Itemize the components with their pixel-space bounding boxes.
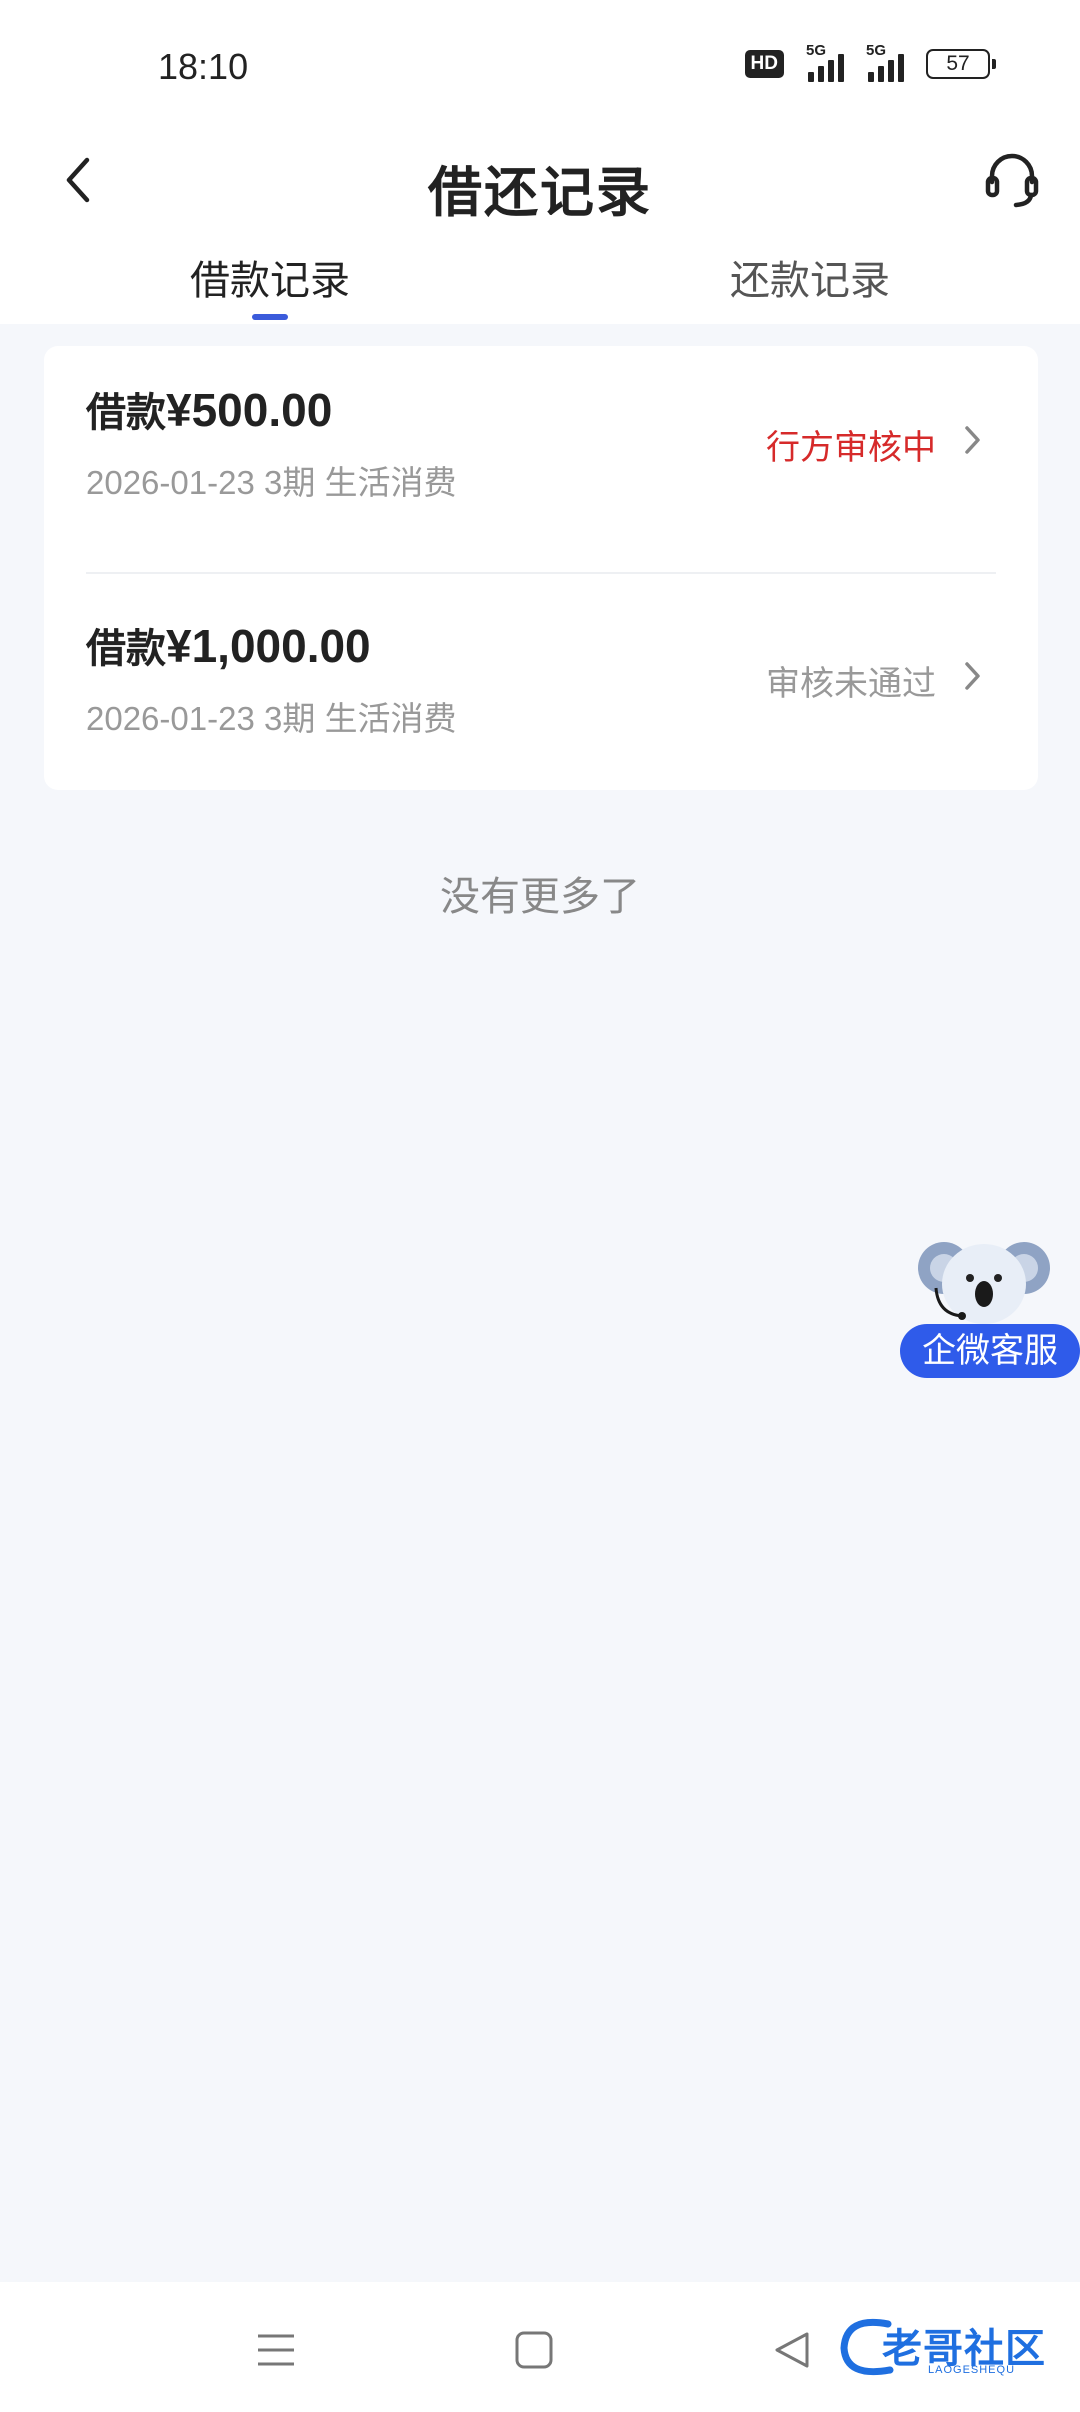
active-tab-indicator <box>252 314 288 320</box>
wecom-service-button[interactable]: 企微客服 <box>900 1228 1080 1378</box>
page-title: 借还记录 <box>428 163 652 223</box>
record-title-prefix: 借款 <box>86 391 166 435</box>
signal-icon-1: 5G <box>806 42 844 82</box>
tab-repayment-records[interactable]: 还款记录 <box>660 248 960 324</box>
status-bar: 18:10 HD 5G 5G 57 <box>0 0 1080 130</box>
no-more-text: 没有更多了 <box>440 875 640 919</box>
koala-mascot-icon <box>918 1242 1050 1324</box>
system-back-button[interactable] <box>762 2320 822 2380</box>
signal-1-label: 5G <box>806 42 827 59</box>
record-meta: 2026-01-23 3期 生活消费 <box>86 464 457 501</box>
nav-bar: 借还记录 <box>0 130 1080 230</box>
headset-icon <box>985 153 1039 208</box>
record-tabs: 借款记录 还款记录 <box>0 248 1080 324</box>
record-title: 借款¥1,000.00 <box>86 616 371 674</box>
battery-icon: 57 <box>926 49 996 79</box>
customer-service-button[interactable] <box>974 142 1050 218</box>
chevron-right-icon <box>954 420 990 460</box>
list-item[interactable]: 借款¥500.00 2026-01-23 3期 生活消费 行方审核中 <box>44 366 1038 574</box>
signal-icon-2: 5G <box>866 42 904 82</box>
record-meta: 2026-01-23 3期 生活消费 <box>86 700 457 737</box>
hd-badge: HD <box>744 50 784 78</box>
status-icons: HD 5G 5G 57 <box>744 42 996 82</box>
divider <box>86 572 996 574</box>
home-square-icon <box>515 2331 553 2369</box>
status-time: 18:10 <box>158 46 249 87</box>
wecom-service-label: 企微客服 <box>900 1324 1080 1378</box>
list-item[interactable]: 借款¥1,000.00 2026-01-23 3期 生活消费 审核未通过 <box>44 602 1038 802</box>
watermark-logo: 老哥社区 LAOGESHEQU <box>838 2312 1064 2384</box>
record-status: 审核未通过 <box>766 665 936 703</box>
records-list: 借款¥500.00 2026-01-23 3期 生活消费 行方审核中 借款¥1,… <box>44 346 1038 790</box>
tab-loan-records[interactable]: 借款记录 <box>120 248 420 324</box>
system-nav-bar: 老哥社区 LAOGESHEQU <box>0 2282 1080 2412</box>
back-triangle-icon <box>775 2332 809 2368</box>
record-title-prefix: 借款 <box>86 627 166 671</box>
menu-button[interactable] <box>246 2320 306 2380</box>
record-status: 行方审核中 <box>766 429 936 467</box>
signal-2-label: 5G <box>866 42 887 59</box>
record-amount: ¥1,000.00 <box>166 620 371 672</box>
watermark-subtext: LAOGESHEQU <box>928 2364 1016 2376</box>
menu-icon <box>258 2334 294 2366</box>
home-button[interactable] <box>504 2320 564 2380</box>
record-amount: ¥500.00 <box>166 384 333 436</box>
record-title: 借款¥500.00 <box>86 380 332 438</box>
chevron-right-icon <box>954 656 990 696</box>
